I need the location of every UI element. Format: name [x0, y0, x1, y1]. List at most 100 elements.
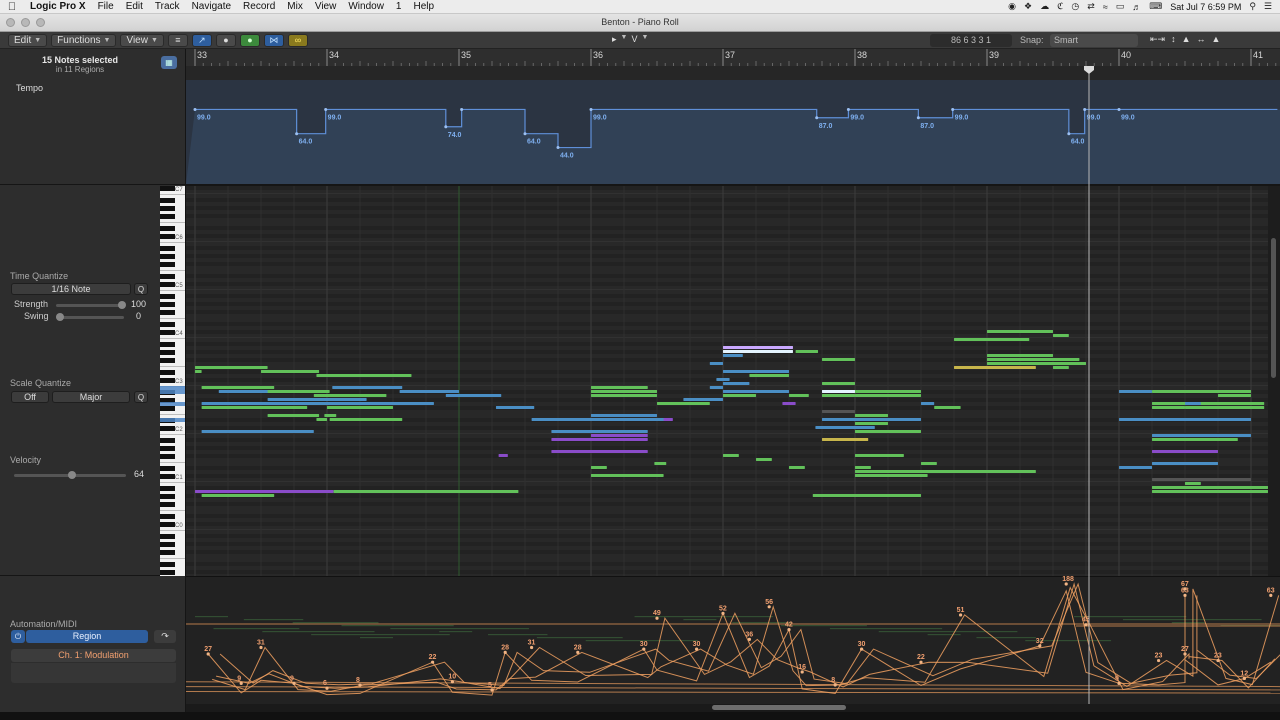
midi-note[interactable]	[316, 418, 327, 421]
black-key[interactable]	[160, 294, 175, 299]
midi-note[interactable]	[855, 414, 888, 417]
midi-note[interactable]	[987, 358, 1080, 361]
secondary-tool[interactable]: V	[631, 34, 637, 45]
midi-note[interactable]	[329, 418, 403, 421]
region-automation-button[interactable]: Region	[26, 630, 148, 643]
midi-note[interactable]	[1152, 406, 1185, 409]
midi-note[interactable]	[591, 474, 664, 477]
black-key[interactable]	[160, 198, 175, 203]
tempo-point[interactable]	[1067, 132, 1071, 136]
midi-note[interactable]	[327, 406, 393, 409]
link-icon[interactable]: ∞	[287, 33, 308, 47]
midi-note[interactable]	[327, 374, 412, 377]
black-key[interactable]	[160, 494, 175, 499]
midi-note[interactable]	[934, 406, 961, 409]
midi-out-icon[interactable]: ●	[239, 33, 260, 47]
midi-note[interactable]	[591, 466, 607, 469]
black-key[interactable]	[160, 302, 175, 307]
midi-note[interactable]	[987, 362, 1086, 365]
midi-note[interactable]	[201, 386, 275, 389]
midi-note[interactable]	[855, 466, 871, 469]
midi-note[interactable]	[954, 338, 1030, 341]
black-key[interactable]	[160, 466, 175, 471]
scale-type-dropdown[interactable]: Major	[52, 391, 130, 403]
midi-note[interactable]	[1152, 450, 1218, 453]
midi-note[interactable]	[1185, 482, 1201, 485]
black-key[interactable]	[160, 234, 175, 239]
midi-note[interactable]	[663, 418, 673, 421]
automation-toggle-icon[interactable]: ↗	[191, 33, 212, 47]
midi-note[interactable]	[591, 414, 657, 417]
midi-note[interactable]	[201, 494, 275, 497]
black-key[interactable]	[160, 378, 175, 383]
dropbox-icon[interactable]: ❖	[1024, 1, 1032, 12]
midi-note[interactable]	[855, 470, 1036, 473]
position-display[interactable]: 86 6 3 3 1	[930, 34, 1012, 47]
pointer-tool-icon[interactable]: ▸	[612, 34, 617, 45]
tempo-point[interactable]	[815, 116, 819, 120]
black-key[interactable]	[160, 330, 175, 335]
black-key[interactable]	[160, 406, 175, 411]
collapse-mode-icon[interactable]: ⋈	[263, 33, 284, 47]
tempo-point[interactable]	[1117, 107, 1121, 111]
piano-keyboard[interactable]: C7 C6 C5 C4 C3 C2 C1 C0	[160, 186, 186, 576]
tempo-point[interactable]	[951, 107, 955, 111]
midi-note[interactable]	[855, 430, 921, 433]
menu-record[interactable]: Record	[237, 1, 281, 12]
midi-note[interactable]	[1218, 394, 1251, 397]
midi-note[interactable]	[495, 406, 535, 409]
region-info-icon[interactable]: ▦	[161, 56, 177, 69]
scale-root-dropdown[interactable]: Off	[11, 391, 49, 403]
midi-note[interactable]	[812, 494, 921, 497]
velocity-value[interactable]: 64	[114, 469, 144, 479]
black-key[interactable]	[160, 562, 175, 567]
midi-note[interactable]	[1119, 418, 1251, 421]
menu-mix[interactable]: Mix	[281, 1, 309, 12]
midi-note[interactable]	[195, 366, 268, 369]
midi-note[interactable]	[723, 350, 793, 353]
vertical-zoom-icon[interactable]: ↕	[1171, 34, 1176, 45]
apple-icon[interactable]: 	[0, 1, 24, 13]
keyboard-icon[interactable]: ⌨	[1149, 1, 1162, 12]
black-key[interactable]	[160, 550, 175, 555]
midi-note[interactable]	[723, 370, 789, 373]
black-key[interactable]	[160, 262, 175, 267]
midi-note[interactable]	[267, 390, 330, 393]
menu-app[interactable]: Logic Pro X	[24, 1, 92, 12]
menu-track[interactable]: Track	[149, 1, 186, 12]
midi-note[interactable]	[201, 402, 434, 405]
vertical-scrollbar[interactable]	[1268, 186, 1280, 576]
tempo-point[interactable]	[916, 116, 920, 120]
black-key[interactable]	[160, 358, 175, 363]
black-key[interactable]	[160, 542, 175, 547]
midi-note[interactable]	[551, 450, 648, 453]
cloud-icon[interactable]: ☁	[1040, 1, 1049, 12]
midi-note[interactable]	[267, 398, 367, 401]
midi-note[interactable]	[551, 430, 648, 433]
black-key[interactable]	[160, 226, 175, 231]
volume-icon[interactable]: ♬	[1132, 2, 1141, 12]
midi-note[interactable]	[333, 490, 519, 493]
time-quantize-dropdown[interactable]: 1/16 Note	[11, 283, 131, 295]
midi-note[interactable]	[709, 386, 723, 389]
edit-menu-button[interactable]: Edit ▼	[8, 33, 48, 47]
midi-note[interactable]	[445, 394, 502, 397]
midi-note[interactable]	[822, 418, 921, 421]
midi-note[interactable]	[716, 378, 730, 381]
midi-note[interactable]	[1152, 462, 1218, 465]
horizontal-scrollbar[interactable]	[186, 704, 1280, 712]
midi-note[interactable]	[201, 406, 308, 409]
black-key[interactable]	[160, 486, 175, 491]
midi-note[interactable]	[723, 346, 793, 349]
midi-note[interactable]	[591, 418, 664, 421]
midi-note[interactable]	[1119, 466, 1152, 469]
midi-note[interactable]	[1200, 402, 1265, 405]
midi-note[interactable]	[1152, 390, 1251, 393]
midi-note[interactable]	[261, 370, 320, 373]
sync-icon[interactable]: ⇄	[1087, 1, 1095, 12]
tempo-point[interactable]	[1083, 107, 1087, 111]
midi-note[interactable]	[789, 394, 809, 397]
piano-roll-editor[interactable]: 333435363738394041 130110907050300 99.06…	[186, 49, 1280, 704]
midi-note[interactable]	[987, 354, 1053, 357]
black-key[interactable]	[160, 474, 175, 479]
